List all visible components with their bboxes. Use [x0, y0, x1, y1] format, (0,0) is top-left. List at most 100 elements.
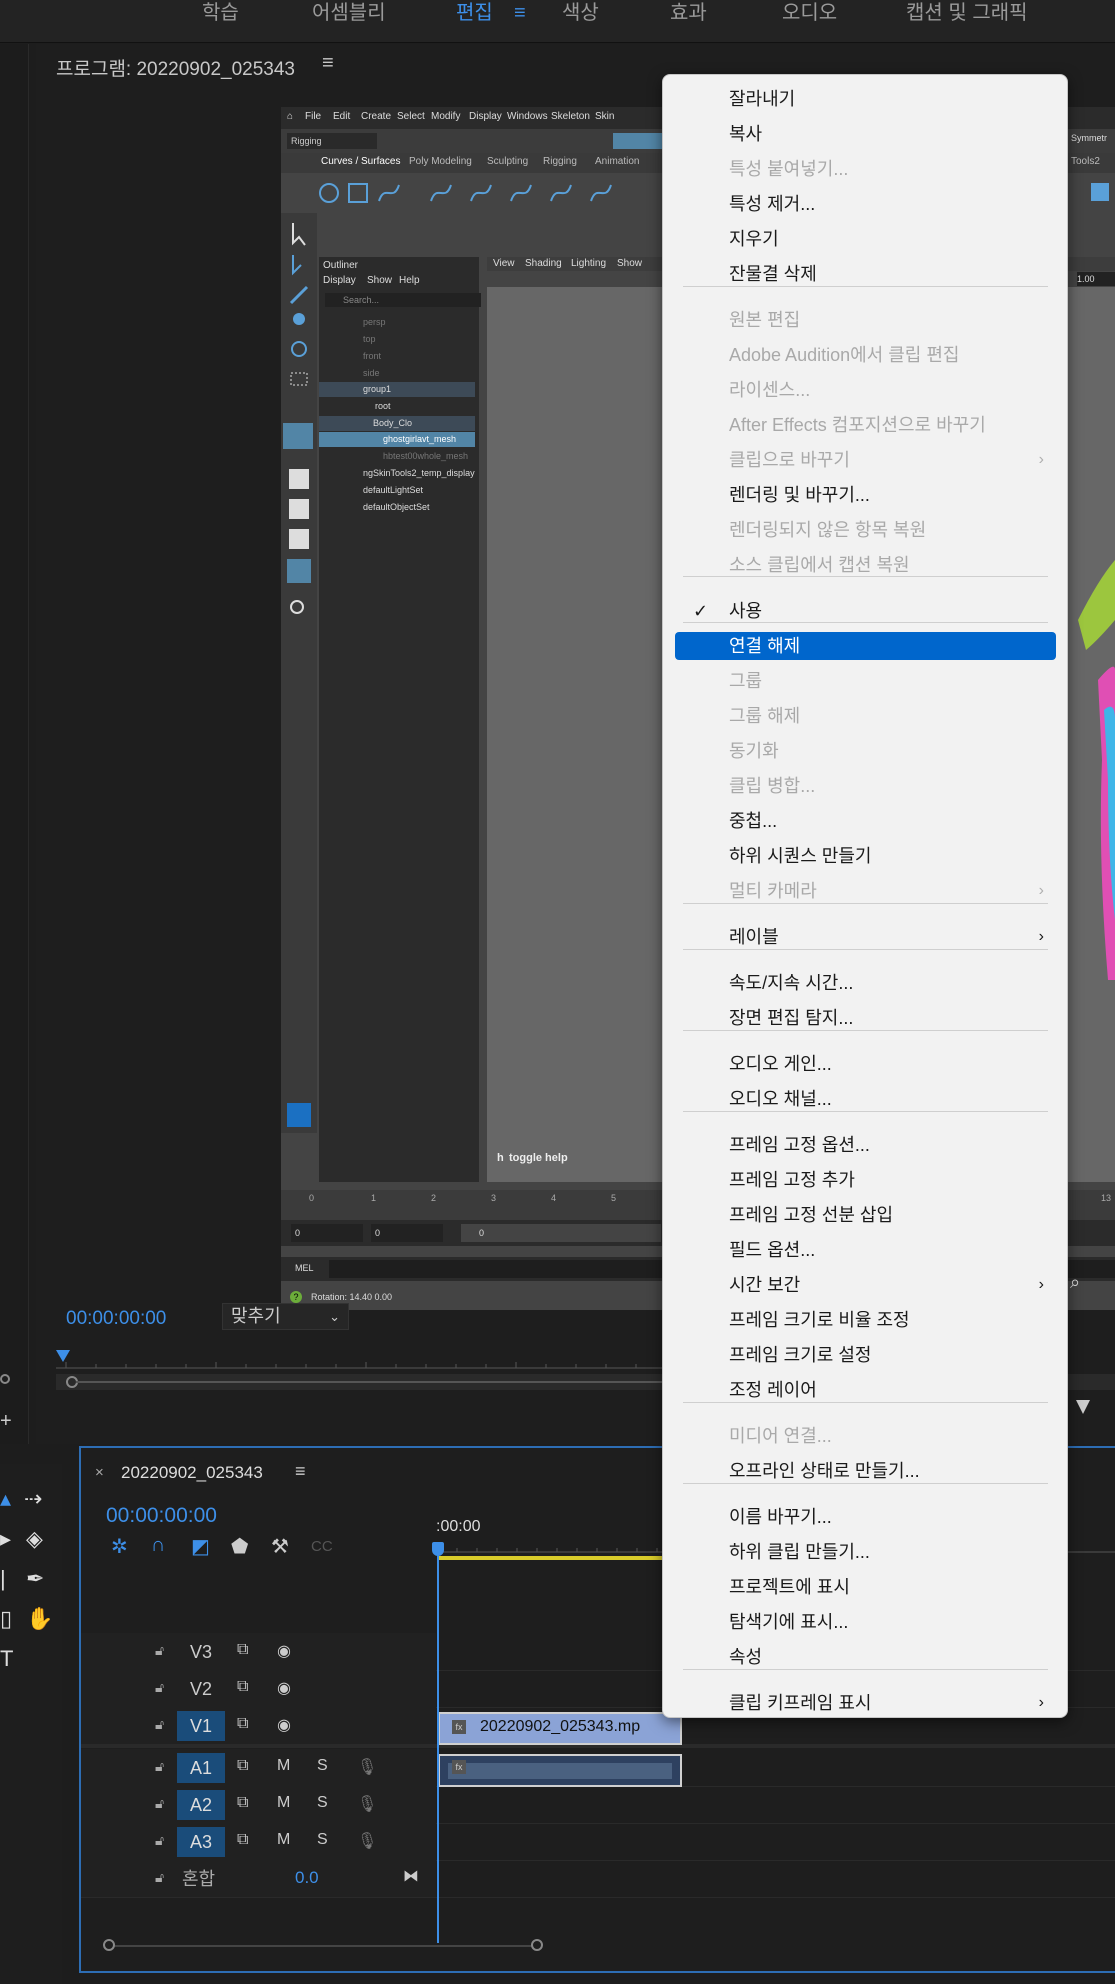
scroll-handle-right[interactable] [531, 1939, 543, 1951]
menu-item[interactable]: 하위 클립 만들기... [675, 1538, 1056, 1566]
menu-item[interactable]: 프레임 고정 추가 [675, 1166, 1056, 1194]
track-target[interactable]: A3 [177, 1827, 225, 1857]
menu-item[interactable]: Adobe Audition에서 클립 편집 [675, 341, 1056, 369]
solo-button[interactable]: S [317, 1794, 328, 1812]
menu-item[interactable]: 멀티 카메라 › [675, 877, 1056, 905]
workspace-tab-edit[interactable]: 편집 [456, 0, 493, 26]
track-target[interactable]: V1 [177, 1711, 225, 1741]
scroll-handle-left[interactable] [103, 1939, 115, 1951]
razor-tool-icon[interactable]: ◈ [26, 1526, 43, 1552]
menu-item[interactable]: 탐색기에 표시... [675, 1608, 1056, 1636]
mute-button[interactable]: M [277, 1794, 290, 1812]
menu-item[interactable]: 하위 시퀀스 만들기 [675, 842, 1056, 870]
close-icon[interactable]: × [95, 1464, 104, 1481]
menu-item[interactable]: 라이센스... [675, 376, 1056, 404]
menu-item[interactable]: 렌더링 및 바꾸기... [675, 481, 1056, 509]
program-playhead[interactable] [56, 1350, 70, 1362]
zoom-icon[interactable]: ⌕ [1070, 1272, 1080, 1293]
sync-lock-icon[interactable]: ⧉ [237, 1715, 248, 1733]
sync-lock-icon[interactable]: ⧉ [237, 1757, 248, 1775]
bowtie-icon[interactable]: ⧓ [403, 1866, 419, 1886]
microphone-icon[interactable]: 🎙︎ [357, 1831, 377, 1851]
lock-icon[interactable]: 🔓︎ [155, 1679, 164, 1696]
captions-icon[interactable]: CC [311, 1538, 333, 1555]
menu-item[interactable]: 그룹 [675, 667, 1056, 695]
wrench-icon[interactable]: ⚒ [271, 1534, 289, 1559]
slip-tool-icon[interactable]: | [0, 1566, 6, 1592]
menu-item[interactable]: 프로젝트에 표시 [675, 1573, 1056, 1601]
audio-clip[interactable]: fx [438, 1754, 682, 1787]
selection-tool-icon[interactable]: ▴ [0, 1486, 11, 1512]
menu-item[interactable]: 클립으로 바꾸기 › [675, 446, 1056, 474]
menu-item[interactable]: 렌더링되지 않은 항목 복원 [675, 516, 1056, 544]
hand-tool-icon[interactable]: ✋ [26, 1606, 53, 1632]
menu-item[interactable]: 프레임 크기로 비율 조정 [675, 1306, 1056, 1334]
menu-item[interactable]: 프레임 고정 선분 삽입 [675, 1201, 1056, 1229]
sync-lock-icon[interactable]: ⧉ [237, 1794, 248, 1812]
sync-lock-icon[interactable]: ⧉ [237, 1831, 248, 1849]
timeline-playhead[interactable] [432, 1542, 444, 1556]
pen-tool-icon[interactable]: ✒ [26, 1566, 44, 1592]
menu-item[interactable]: 속도/지속 시간... [675, 969, 1056, 997]
menu-item[interactable]: 오프라인 상태로 만들기... [675, 1457, 1056, 1485]
video-clip[interactable]: fx 20220902_025343.mp [438, 1712, 682, 1745]
eye-icon[interactable]: ◉ [277, 1641, 291, 1661]
menu-item[interactable]: 장면 편집 탐지... [675, 1004, 1056, 1032]
workspace-tab-color[interactable]: 색상 [562, 0, 599, 26]
menu-item[interactable]: 지우기 [675, 225, 1056, 253]
add-icon[interactable]: + [0, 1410, 12, 1433]
menu-item[interactable]: 필드 옵션... [675, 1236, 1056, 1264]
menu-item[interactable]: 오디오 채널... [675, 1085, 1056, 1113]
menu-item[interactable]: 소스 클립에서 캡션 복원 [675, 551, 1056, 579]
menu-item[interactable]: 속성 [675, 1643, 1056, 1671]
microphone-icon[interactable]: 🎙︎ [357, 1794, 377, 1814]
snap-icon[interactable]: ∩ [151, 1534, 165, 1557]
track-select-tool-icon[interactable]: ⇢ [24, 1486, 42, 1512]
menu-item[interactable]: 시간 보간 › [675, 1271, 1056, 1299]
workspace-tab-assembly[interactable]: 어셈블리 [312, 0, 386, 26]
menu-item[interactable]: 클립 병합... [675, 772, 1056, 800]
menu-item[interactable]: 조정 레이어 [675, 1376, 1056, 1404]
menu-item[interactable]: 클립 키프레임 표시 › [675, 1689, 1056, 1717]
menu-item[interactable]: 오디오 게인... [675, 1050, 1056, 1078]
track-target[interactable]: V2 [177, 1674, 225, 1704]
linked-selection-icon[interactable]: ◩ [191, 1534, 210, 1559]
track-target[interactable]: A2 [177, 1790, 225, 1820]
sequence-tab-title[interactable]: 20220902_025343 [121, 1463, 263, 1483]
hamburger-icon[interactable]: ≡ [514, 0, 526, 26]
panel-menu-icon[interactable]: ≡ [322, 52, 334, 75]
program-monitor-title[interactable]: 프로그램: 20220902_025343 [56, 54, 295, 81]
lock-icon[interactable]: 🔓︎ [155, 1795, 164, 1812]
eye-icon[interactable]: ◉ [277, 1678, 291, 1698]
lock-icon[interactable]: 🔓︎ [155, 1716, 164, 1733]
menu-item[interactable]: 복사 [675, 120, 1056, 148]
menu-item[interactable]: 프레임 고정 옵션... [675, 1131, 1056, 1159]
panel-menu-icon[interactable]: ≡ [295, 1461, 306, 1482]
program-timecode[interactable]: 00:00:00:00 [66, 1308, 166, 1330]
menu-item[interactable]: 연결 해제 [675, 632, 1056, 660]
solo-button[interactable]: S [317, 1757, 328, 1775]
lock-icon[interactable]: 🔓︎ [155, 1869, 164, 1886]
timeline-playhead-line[interactable] [437, 1548, 439, 1943]
scroll-knob[interactable] [0, 1374, 10, 1384]
ripple-edit-tool-icon[interactable]: ▸ [0, 1526, 11, 1552]
timeline-timecode[interactable]: 00:00:00:00 [106, 1504, 217, 1528]
menu-item[interactable]: 레이블 › [675, 923, 1056, 951]
type-tool-icon[interactable]: T [0, 1646, 13, 1672]
menu-item[interactable]: 프레임 크기로 설정 [675, 1341, 1056, 1369]
menu-item[interactable]: 중첩... [675, 807, 1056, 835]
menu-item[interactable]: 잘라내기 [675, 85, 1056, 113]
menu-item[interactable]: After Effects 컴포지션으로 바꾸기 [675, 411, 1056, 439]
lock-icon[interactable]: 🔓︎ [155, 1758, 164, 1775]
mix-volume-value[interactable]: 0.0 [295, 1868, 319, 1888]
menu-item[interactable]: 이름 바꾸기... [675, 1503, 1056, 1531]
mute-button[interactable]: M [277, 1831, 290, 1849]
mute-button[interactable]: M [277, 1757, 290, 1775]
rectangle-tool-icon[interactable]: ▯ [0, 1606, 12, 1632]
lock-icon[interactable]: 🔓︎ [155, 1832, 164, 1849]
workspace-tab-audio[interactable]: 오디오 [782, 0, 837, 26]
workspace-tab-learn[interactable]: 학습 [202, 0, 239, 26]
add-marker-icon[interactable]: ⬟ [231, 1534, 248, 1559]
menu-item[interactable]: 잔물결 삭제 [675, 260, 1056, 288]
workspace-tab-effects[interactable]: 효과 [670, 0, 707, 26]
